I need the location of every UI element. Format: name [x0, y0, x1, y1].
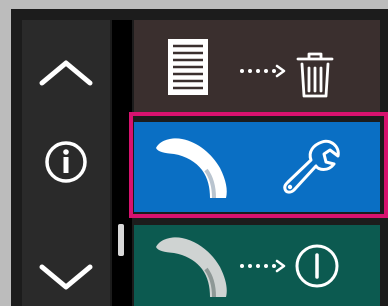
chevron-down-icon — [39, 264, 93, 290]
power-off-option[interactable] — [134, 225, 380, 306]
trash-icon — [296, 52, 334, 98]
info-button[interactable] — [22, 134, 110, 190]
service-mode-option[interactable] — [134, 122, 380, 212]
nav-column — [22, 20, 110, 306]
info-icon — [45, 141, 87, 183]
scrollbar-track[interactable] — [112, 20, 132, 306]
handpiece-icon — [156, 138, 227, 199]
document-icon — [168, 39, 208, 95]
power-icon — [295, 244, 339, 288]
scroll-down-button[interactable] — [22, 248, 110, 306]
dotted-arrow-icon — [240, 259, 286, 273]
wrench-icon — [283, 139, 340, 194]
delete-data-option[interactable] — [134, 20, 380, 112]
scroll-up-button[interactable] — [22, 42, 110, 104]
dotted-arrow-icon — [240, 64, 286, 78]
scrollbar-thumb[interactable] — [118, 224, 124, 256]
handpiece-icon — [156, 237, 227, 298]
chevron-up-icon — [39, 60, 93, 86]
